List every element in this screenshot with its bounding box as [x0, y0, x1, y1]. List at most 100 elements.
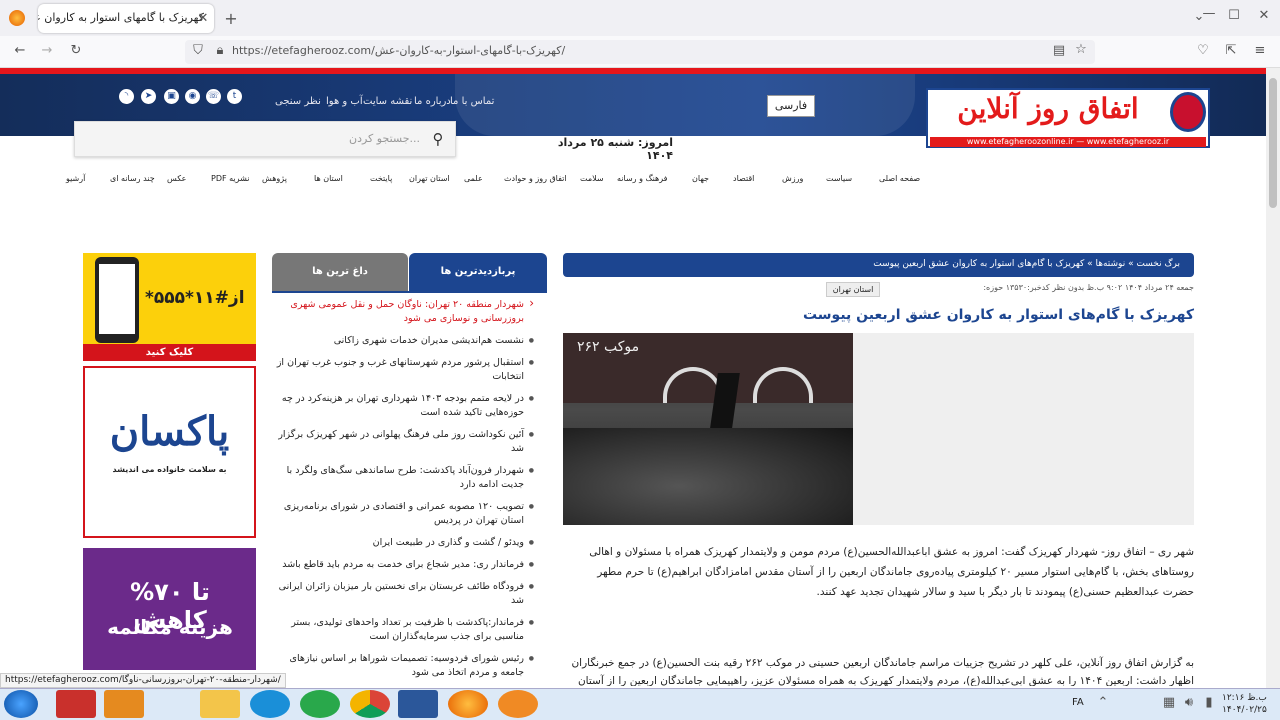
scrollbar-thumb[interactable]	[1269, 78, 1277, 208]
tab-most-viewed-label: پربازدیدترین ها	[440, 266, 516, 277]
list-item[interactable]: استقبال پرشور مردم شهرستانهای غرب و جنوب…	[272, 356, 534, 384]
media-player-icon[interactable]	[104, 690, 144, 718]
list-item[interactable]: شهردار فرون‌آباد پاکدشت: طرح ساماندهی سگ…	[272, 464, 534, 492]
edge-icon[interactable]	[250, 690, 290, 718]
nav-photo[interactable]: عکس	[167, 174, 186, 183]
list-item[interactable]: آئین نکوداشت روز ملی فرهنگ پهلوانی در شه…	[272, 428, 534, 456]
whatsapp-icon[interactable]: ☏	[206, 89, 221, 104]
ad-ussd-code: *۵۵۵*۱۱#از	[145, 288, 245, 308]
chrome-icon[interactable]	[350, 690, 390, 718]
nav-pdf[interactable]: PDF نشریه	[211, 174, 249, 183]
logo-text: اتفاق روز آنلاین	[957, 92, 1139, 125]
photo-banner-text: موکب ۲۶۲	[577, 339, 640, 355]
close-tab-icon[interactable]: ✕	[194, 11, 212, 26]
start-button-icon[interactable]	[4, 690, 38, 718]
search-input[interactable]: جستجو کردن...	[280, 132, 420, 145]
list-item[interactable]: فرماندار:پاکدشت با ظرفیت بر تعداد واحدها…	[272, 616, 534, 644]
nav-politics[interactable]: سیاست	[826, 174, 852, 183]
list-item[interactable]: فرماندار ری: مدیر شجاع برای خدمت به مردم…	[272, 558, 534, 572]
nav-capital[interactable]: پایتخت	[370, 174, 392, 183]
list-item[interactable]: نشست هم‌اندیشی مدیران خدمات شهری زاکانی	[272, 334, 534, 348]
maximize-icon[interactable]: ☐	[1225, 8, 1243, 23]
nav-provinces[interactable]: استان ها	[314, 174, 343, 183]
check-app-icon[interactable]	[300, 690, 340, 718]
list-item[interactable]: شهردار منطقه ۲۰ تهران: ناوگان حمل و نقل …	[272, 296, 534, 326]
nav-culture[interactable]: فرهنگ و رسانه	[617, 174, 668, 183]
nav-events[interactable]: اتفاق روز و حوادث	[504, 174, 567, 183]
tab-underline	[272, 291, 547, 293]
nav-sports[interactable]: ورزش	[782, 174, 803, 183]
region-badge[interactable]: استان تهران	[826, 282, 880, 297]
twitter-icon[interactable]: t	[227, 89, 242, 104]
telegram-icon[interactable]: ➤	[141, 89, 156, 104]
ad-click-button[interactable]: کلیک کنید	[83, 344, 256, 361]
battery-icon[interactable]: ▮	[1200, 695, 1218, 710]
top-link-sitemap[interactable]: نقشه سایت	[363, 96, 412, 107]
list-item[interactable]: رئیس شورای فردوسیه: تصمیمات شوراها بر اس…	[272, 652, 534, 680]
list-item[interactable]: فرودگاه طائف عربستان برای نخستین بار میز…	[272, 580, 534, 608]
word-icon[interactable]	[398, 690, 438, 718]
rss-icon[interactable]: ◝	[119, 89, 134, 104]
forward-icon[interactable]: →	[38, 43, 56, 58]
nav-archive[interactable]: آرشیو	[66, 174, 85, 183]
logo-emblem-icon	[1170, 92, 1206, 132]
system-clock[interactable]: ب.ظ ۱۲:۱۶ ۱۴۰۴/۰۲/۲۵	[1222, 692, 1267, 716]
new-tab-icon[interactable]: +	[222, 9, 240, 28]
top-link-about[interactable]: درباره ما	[414, 96, 451, 107]
reload-icon[interactable]: ↻	[67, 43, 85, 58]
menu-icon[interactable]: ≡	[1251, 43, 1269, 58]
top-link-weather[interactable]: آب و هوا	[326, 96, 363, 107]
nav-multimedia[interactable]: چند رسانه ای	[110, 174, 155, 183]
top-link-contact[interactable]: تماس با ما	[450, 96, 494, 107]
ad-paksan-logo: پاکسان	[109, 408, 230, 455]
article-paragraph-2: به گزارش اتفاق روز آنلاین، علی کلهر در ت…	[571, 657, 1194, 686]
file-explorer-icon[interactable]	[200, 690, 240, 718]
windows-taskbar	[0, 688, 1280, 720]
nav-research[interactable]: پژوهش	[262, 174, 287, 183]
url-text: https://etefagherooz.com/کهریزک-با-گامها…	[232, 44, 566, 57]
firefox-taskbar-icon[interactable]	[448, 690, 488, 718]
tab-hottest[interactable]: داغ ترین ها	[272, 253, 408, 291]
browser-tab[interactable]: کهریزک با گامهای استوار به کاروان عش...	[38, 4, 214, 33]
reader-view-icon[interactable]: ▤	[1050, 43, 1068, 58]
volume-icon[interactable]: 🔊︎	[1180, 695, 1198, 710]
tab-title: کهریزک با گامهای استوار به کاروان عش...	[38, 11, 204, 24]
nav-economy[interactable]: اقتصاد	[733, 174, 754, 183]
nav-science[interactable]: علمی	[464, 174, 483, 183]
extensions-icon[interactable]: ⇱	[1222, 43, 1240, 58]
nav-world[interactable]: جهان	[692, 174, 709, 183]
lock-icon[interactable]: 🔒︎	[211, 43, 229, 58]
close-window-icon[interactable]: ✕	[1255, 8, 1273, 23]
article-title: کهریزک با گام‌های استوار به کاروان عشق ا…	[802, 307, 1194, 323]
pdf-app-icon[interactable]	[56, 690, 96, 718]
pocket-icon[interactable]: ♡	[1194, 43, 1212, 58]
logo-url-strip: www.etefagheroozonline.ir — www.etefaghe…	[930, 137, 1206, 147]
minimize-icon[interactable]: —	[1200, 6, 1218, 21]
header-curve	[455, 74, 915, 136]
back-icon[interactable]: ←	[11, 43, 29, 58]
nav-health[interactable]: سلامت	[580, 174, 604, 183]
phone-screen	[99, 264, 135, 334]
nav-home[interactable]: صفحه اصلی	[879, 174, 920, 183]
list-item[interactable]: ویدئو / گشت و گذاری در طبیعت ایران	[272, 536, 534, 550]
nav-tehran-province[interactable]: استان تهران	[409, 174, 450, 183]
today-date: امروز: شنبه ۲۵ مرداد ۱۴۰۴	[557, 136, 673, 162]
aparat-icon[interactable]: ◉	[185, 89, 200, 104]
bookmark-star-icon[interactable]: ☆	[1072, 42, 1090, 57]
search-icon[interactable]: ⚲	[426, 127, 450, 151]
instagram-icon[interactable]: ▣	[164, 89, 179, 104]
keyboard-language[interactable]: FA	[1072, 697, 1084, 708]
list-item[interactable]: تصویب ۱۲۰ مصوبه عمرانی و اقتصادی در شورا…	[272, 500, 534, 528]
top-link-poll[interactable]: نظر سنجی	[275, 96, 321, 107]
status-bar-url: https://etefagherooz.com/شهردار-منطقه-۲۰…	[0, 673, 286, 688]
breadcrumb[interactable]: برگ نخست » نوشته‌ها » کهریزک با گام‌های …	[563, 253, 1194, 277]
tab-most-viewed[interactable]: پربازدیدترین ها	[409, 253, 547, 291]
language-switch[interactable]: فارسی	[767, 95, 815, 117]
network-icon[interactable]: ▦	[1160, 695, 1178, 710]
ad-paksan-tagline: به سلامت خانواده می اندیشد	[112, 465, 227, 474]
shield-icon[interactable]: ⛉	[189, 43, 207, 58]
clock-date: ۱۴۰۴/۰۲/۲۵	[1222, 705, 1267, 715]
calendar-app-icon[interactable]	[498, 690, 538, 718]
tray-arrow-icon[interactable]: ⌃	[1094, 695, 1112, 710]
list-item[interactable]: در لایحه متمم بودجه ۱۴۰۳ شهرداری تهران ب…	[272, 392, 534, 420]
